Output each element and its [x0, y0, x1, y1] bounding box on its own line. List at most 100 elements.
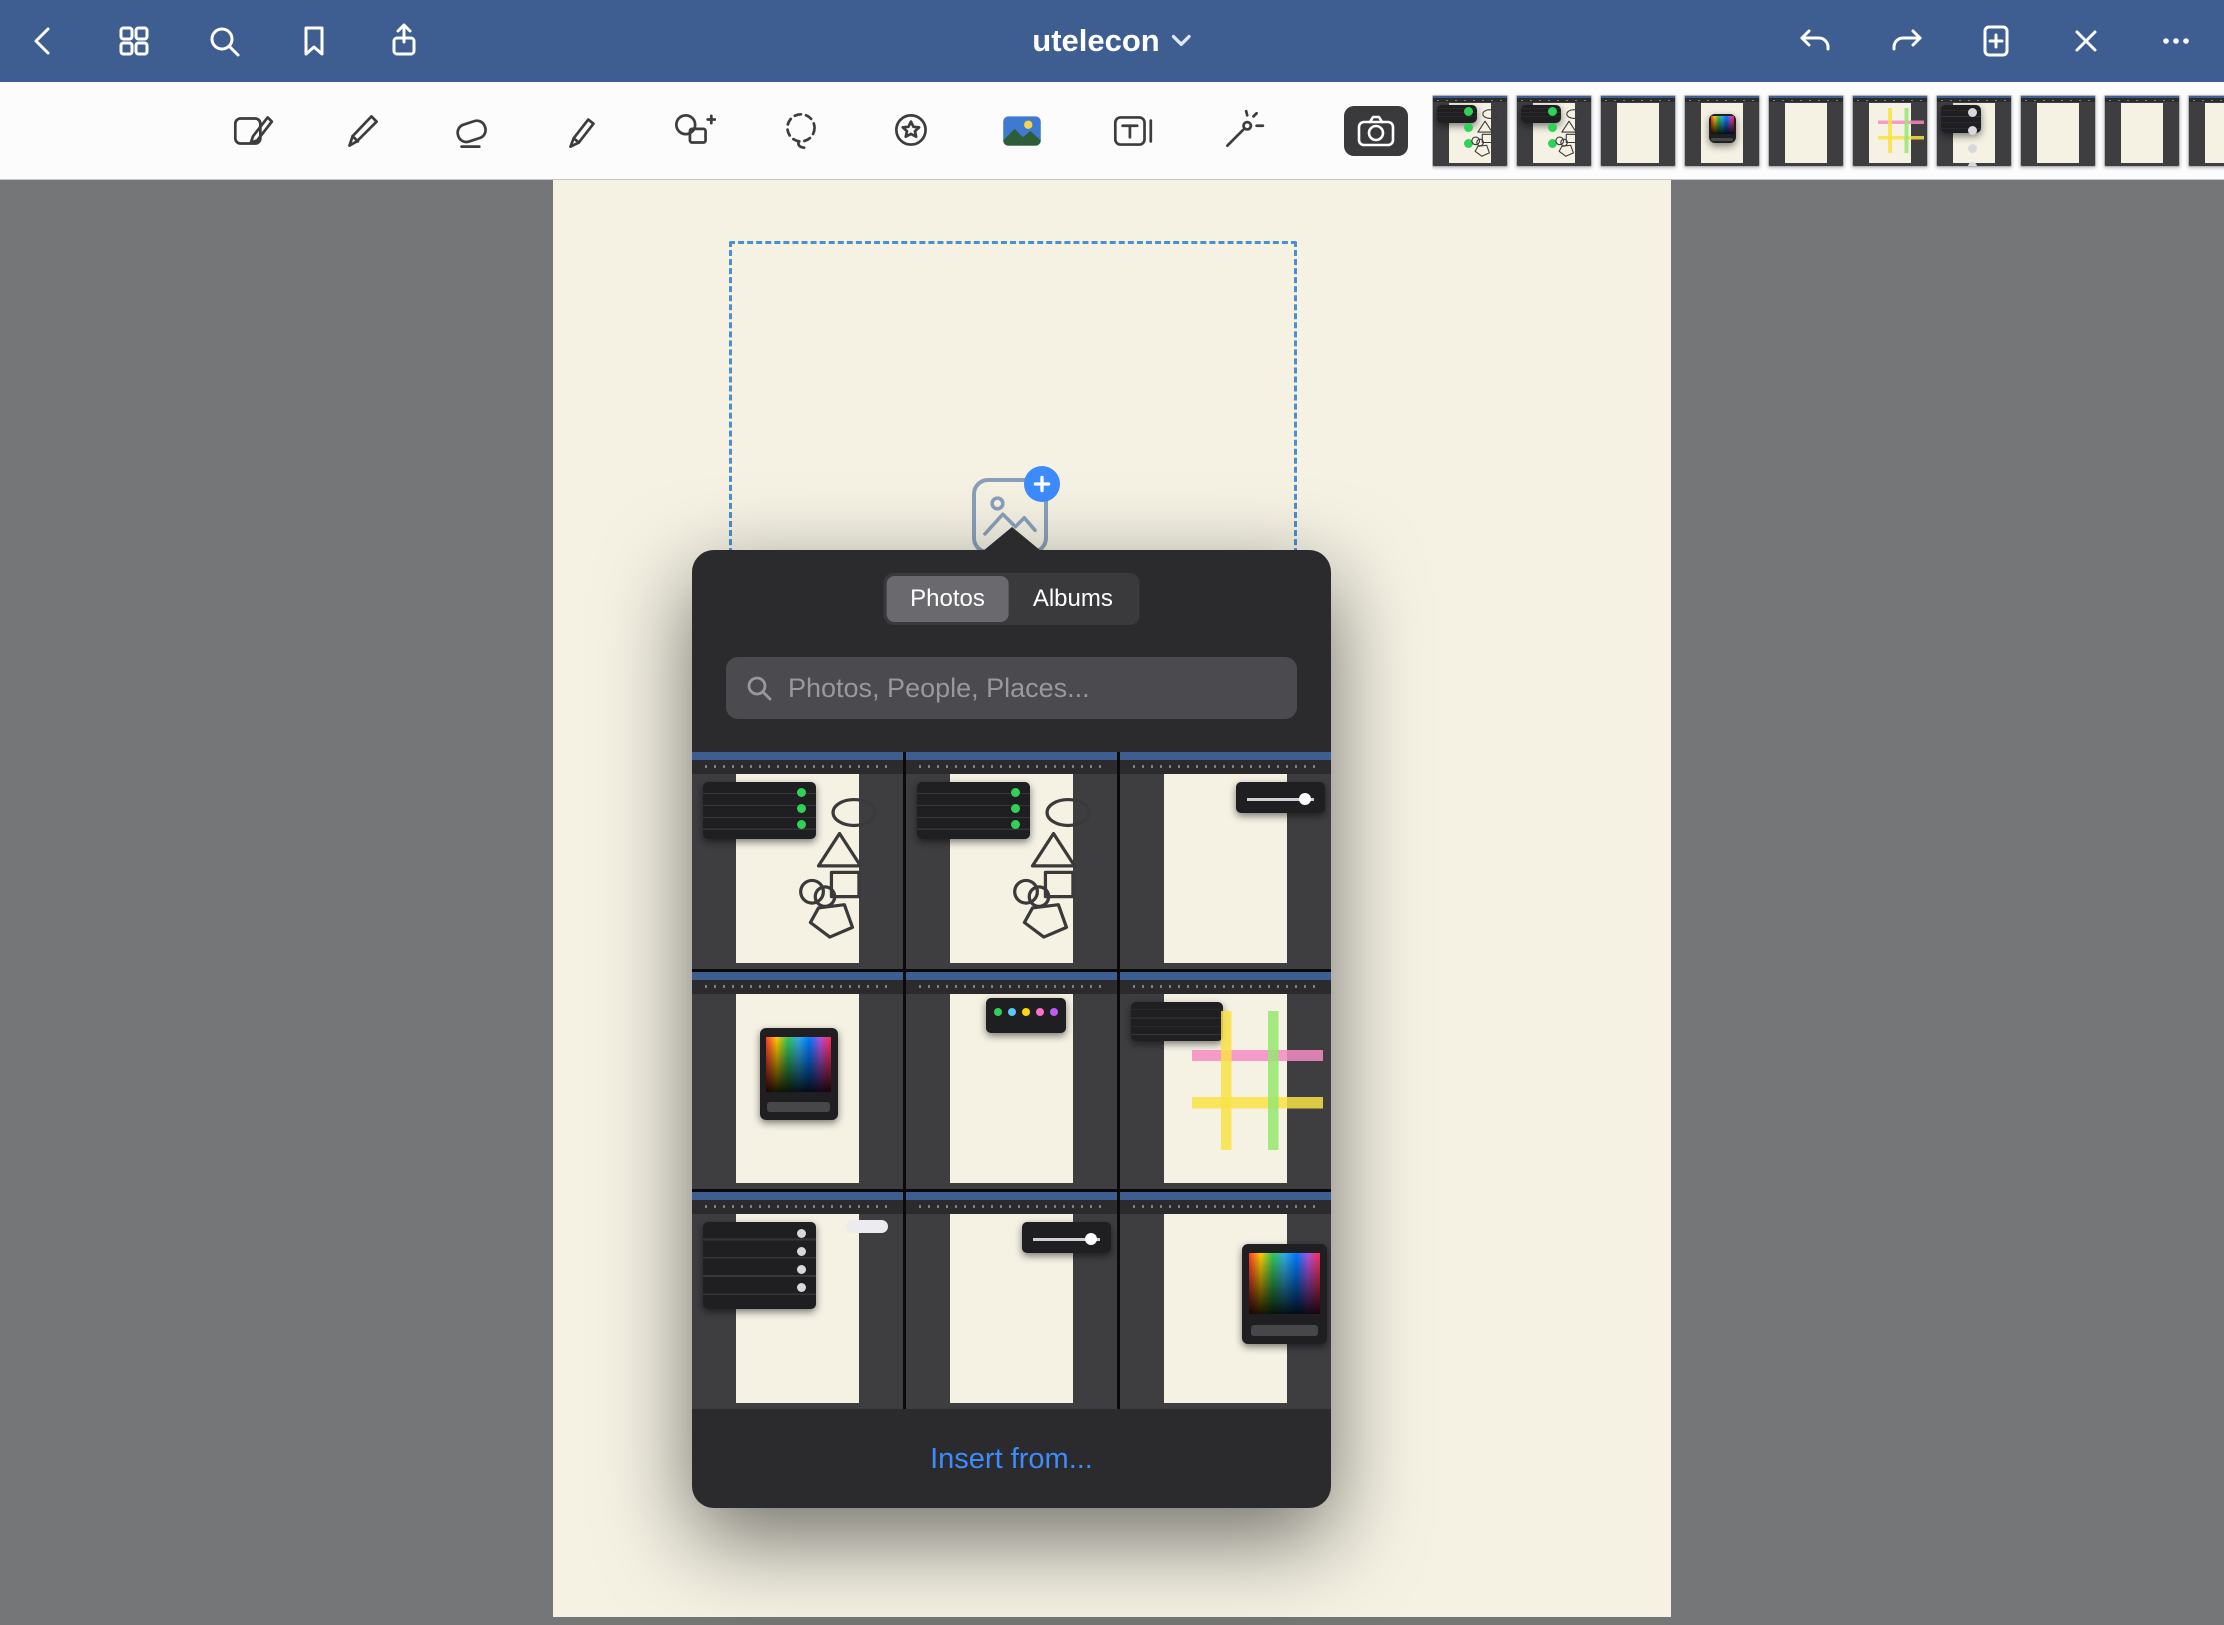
thumbnail-preview — [692, 972, 903, 1189]
document-title-text: utelecon — [1032, 23, 1159, 59]
page-thumbnail[interactable] — [1936, 95, 2012, 167]
photo-grid — [692, 752, 1331, 1409]
undo-icon — [1796, 21, 1836, 61]
mini-toolbar — [692, 980, 903, 994]
page-thumbnail[interactable] — [1516, 95, 1592, 167]
mini-shapes — [1552, 108, 1586, 158]
photo-thumbnail[interactable] — [906, 972, 1117, 1189]
image-tool-button[interactable] — [996, 105, 1048, 157]
tab-albums[interactable]: Albums — [1009, 576, 1137, 622]
thumbnail-preview — [906, 1192, 1117, 1409]
mini-toolbar — [1120, 760, 1331, 774]
shapes-tool-button[interactable] — [666, 105, 718, 157]
mini-popCenterSpectrum — [1709, 114, 1736, 143]
page-thumbnail[interactable] — [1684, 95, 1760, 167]
thumbnail-preview — [2021, 96, 2095, 166]
photo-thumbnail[interactable] — [692, 1192, 903, 1409]
page-thumbnail[interactable] — [2020, 95, 2096, 167]
eraser-tool-button[interactable] — [446, 105, 498, 157]
tab-photos[interactable]: Photos — [886, 576, 1009, 622]
mini-navbar — [1120, 972, 1331, 980]
document-title[interactable]: utelecon — [1032, 23, 1191, 59]
page-thumbnail[interactable] — [1852, 95, 1928, 167]
photo-thumbnail[interactable] — [906, 752, 1117, 969]
elements-tool-button[interactable] — [886, 105, 938, 157]
canvas-area[interactable]: Photos Albums Insert from... — [0, 180, 2224, 1625]
share-button[interactable] — [384, 21, 424, 61]
pen-tool-button[interactable] — [336, 105, 388, 157]
toolbar — [0, 82, 2224, 180]
page-thumbnail[interactable] — [1432, 95, 1508, 167]
mini-navbar — [692, 752, 903, 760]
mini-page — [2205, 103, 2224, 164]
bookmark-icon — [294, 21, 334, 61]
thumbnail-preview — [906, 972, 1117, 1189]
thumbnail-preview — [2105, 96, 2179, 166]
mini-page — [2121, 103, 2164, 164]
mini-shapes — [1468, 108, 1502, 158]
laser-pointer-icon — [1218, 107, 1266, 155]
lasso-tool-button[interactable] — [776, 105, 828, 157]
tool-group — [0, 105, 1268, 157]
search-button[interactable] — [204, 21, 244, 61]
photo-thumbnail[interactable] — [1120, 972, 1331, 1189]
close-icon — [2066, 21, 2106, 61]
insert-from-button[interactable]: Insert from... — [692, 1410, 1331, 1508]
more-button[interactable] — [2156, 21, 2196, 61]
add-page-button[interactable] — [1976, 21, 2016, 61]
thumbnail-preview — [692, 1192, 903, 1409]
mini-popRightSlider — [1236, 782, 1325, 812]
mini-toolbar — [692, 1200, 903, 1214]
page-thumbnail[interactable] — [1600, 95, 1676, 167]
page-overview-button[interactable] — [114, 21, 154, 61]
page-thumbnail[interactable] — [2104, 95, 2180, 167]
back-button[interactable] — [24, 21, 64, 61]
photo-thumbnail[interactable] — [906, 1192, 1117, 1409]
mini-toolbar — [692, 760, 903, 774]
mini-toolbar — [1120, 980, 1331, 994]
camera-button[interactable] — [1344, 106, 1408, 156]
mini-page — [1785, 103, 1828, 164]
photo-thumbnail[interactable] — [1120, 752, 1331, 969]
mini-navbar — [692, 972, 903, 980]
nav-right-group — [1796, 21, 2224, 61]
photo-search-bar[interactable] — [726, 657, 1297, 719]
mini-navbar — [1120, 1192, 1331, 1200]
pen-icon — [338, 107, 386, 155]
mini-page — [1617, 103, 1660, 164]
mini-popLeftTall — [1941, 105, 1981, 133]
photo-thumbnail[interactable] — [1120, 1192, 1331, 1409]
photo-picker-popover: Photos Albums Insert from... — [692, 550, 1331, 1508]
redo-button[interactable] — [1886, 21, 1926, 61]
edit-mode-button[interactable] — [226, 105, 278, 157]
thumbnail-preview — [1937, 96, 2011, 166]
mini-navbar — [906, 752, 1117, 760]
page-thumbnail-strip — [1432, 82, 2224, 179]
page-thumbnail[interactable] — [1768, 95, 1844, 167]
text-tool-button[interactable] — [1106, 105, 1158, 157]
thumbnail-preview — [1853, 96, 1927, 166]
thumbnail-preview — [1120, 1192, 1331, 1409]
photo-thumbnail[interactable] — [692, 972, 903, 1189]
mini-navbar — [1120, 752, 1331, 760]
highlighter-tool-button[interactable] — [556, 105, 608, 157]
photo-search-input[interactable] — [786, 672, 1279, 705]
highlighter-icon — [558, 107, 606, 155]
chevron-down-icon — [1172, 34, 1192, 48]
mini-toolbar — [906, 980, 1117, 994]
page-thumbnail[interactable] — [2188, 95, 2224, 167]
undo-button[interactable] — [1796, 21, 1836, 61]
mini-popRightSlider — [1022, 1222, 1111, 1252]
bookmark-button[interactable] — [294, 21, 334, 61]
thumbnail-preview — [1120, 752, 1331, 969]
thumbnail-preview — [1517, 96, 1591, 166]
elements-star-icon — [888, 107, 936, 155]
thumbnail-preview — [1601, 96, 1675, 166]
mini-page — [2037, 103, 2080, 164]
add-image-badge — [1024, 466, 1060, 502]
close-button[interactable] — [2066, 21, 2106, 61]
laser-pointer-button[interactable] — [1216, 105, 1268, 157]
photo-thumbnail[interactable] — [692, 752, 903, 969]
eraser-icon — [448, 107, 496, 155]
mini-hlGrid — [1878, 108, 1924, 153]
